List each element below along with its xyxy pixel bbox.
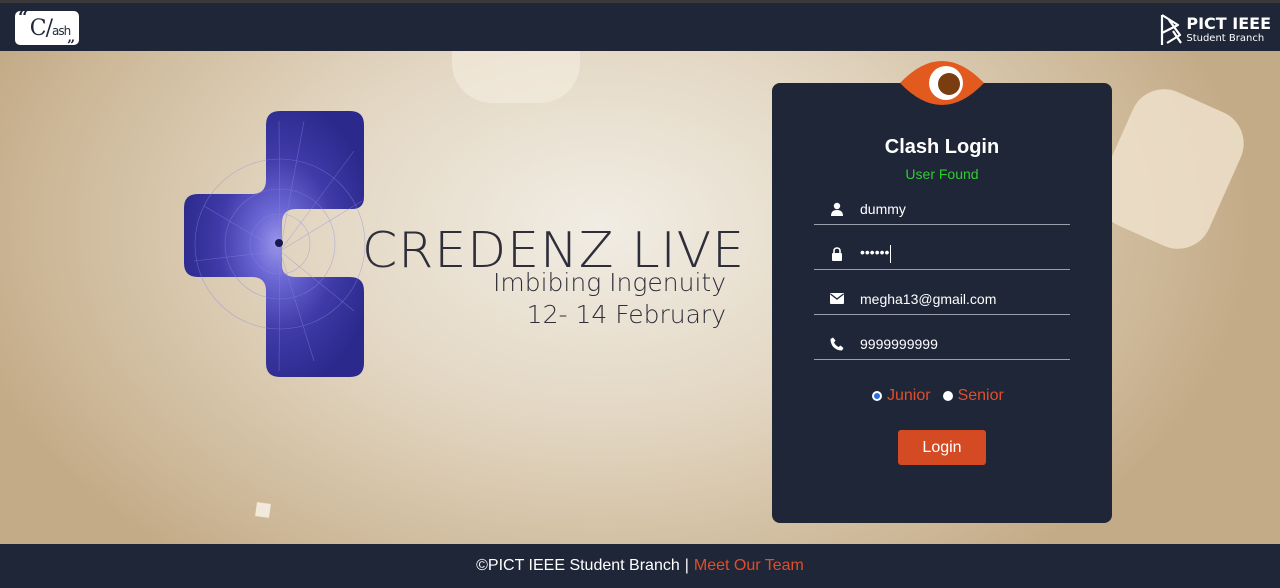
top-navbar: “ C/ash ” PICT IEEE Student Branch xyxy=(0,3,1280,54)
text-cursor xyxy=(890,244,892,263)
decorative-blob xyxy=(1087,78,1255,260)
footer: ©PICT IEEE Student Branch | Meet Our Tea… xyxy=(0,544,1280,588)
ieee-logo-title: PICT IEEE xyxy=(1186,14,1271,33)
meet-our-team-link[interactable]: Meet Our Team xyxy=(694,557,804,575)
ieee-logo-subtitle: Student Branch xyxy=(1186,33,1265,44)
lock-icon xyxy=(814,246,860,261)
clash-logo[interactable]: “ C/ash ” xyxy=(15,7,79,54)
login-status-message: User Found xyxy=(905,166,979,182)
footer-separator: | xyxy=(684,557,689,574)
username-value: dummy xyxy=(860,200,906,217)
email-field[interactable]: megha13@gmail.com xyxy=(814,283,1070,315)
senior-radio-label[interactable]: Senior xyxy=(958,387,1004,405)
decorative-blob xyxy=(452,51,580,103)
eye-icon xyxy=(900,61,984,105)
phone-value: 9999999999 xyxy=(860,335,938,352)
credenz-emblem-icon xyxy=(184,111,366,377)
pict-ieee-logo[interactable]: PICT IEEE Student Branch xyxy=(1159,12,1271,48)
phone-field[interactable]: 9999999999 xyxy=(814,328,1070,360)
clash-logo-open-quote: “ xyxy=(18,7,29,28)
category-radio-group: Junior Senior xyxy=(872,387,1016,405)
junior-radio-label[interactable]: Junior xyxy=(887,387,931,405)
footer-copyright: ©PICT IEEE Student Branch xyxy=(476,557,680,574)
email-value: megha13@gmail.com xyxy=(860,290,997,307)
clash-logo-text: C/ash xyxy=(29,15,71,41)
login-title: Clash Login xyxy=(884,136,1000,158)
decorative-square xyxy=(255,502,271,518)
credenz-tagline-block: Imbibing Ingenuity 12- 14 February xyxy=(493,267,726,331)
username-field[interactable]: dummy xyxy=(814,193,1070,225)
credenz-dates: 12- 14 February xyxy=(526,300,726,329)
junior-radio[interactable] xyxy=(872,391,882,401)
credenz-tagline: Imbibing Ingenuity xyxy=(493,268,726,297)
password-field[interactable]: •••••• xyxy=(814,238,1070,270)
user-icon xyxy=(814,202,860,216)
ieee-emblem-icon xyxy=(1161,14,1183,45)
senior-radio[interactable] xyxy=(942,391,953,401)
login-button[interactable]: Login xyxy=(898,430,986,465)
phone-icon xyxy=(814,337,860,351)
password-value: •••••• xyxy=(860,244,892,263)
envelope-icon xyxy=(814,293,860,304)
